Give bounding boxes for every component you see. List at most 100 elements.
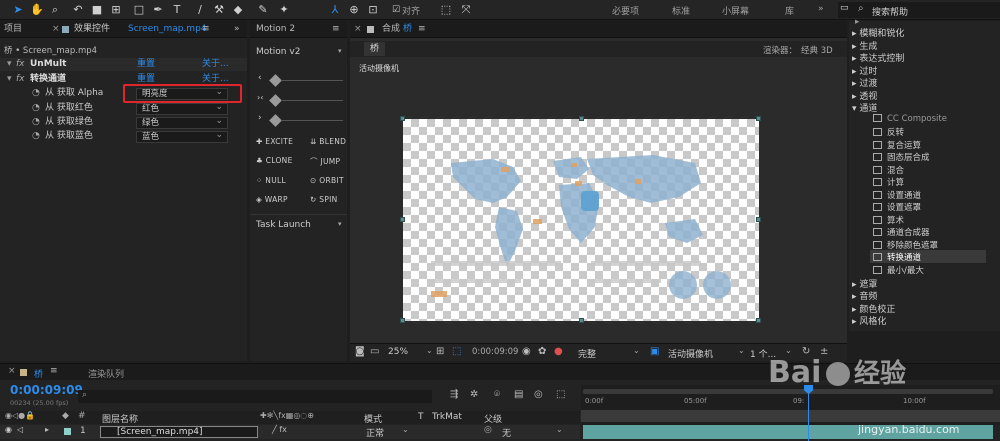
- workspace-standard[interactable]: 标准: [672, 4, 690, 17]
- close-icon[interactable]: ×: [52, 21, 60, 38]
- chevron-down-icon[interactable]: ⌄: [556, 425, 563, 434]
- ease-slider-knob[interactable]: [269, 114, 282, 127]
- effect-calculations[interactable]: 计算: [873, 176, 904, 188]
- col-trkmat[interactable]: TrkMat: [432, 412, 462, 422]
- close-icon[interactable]: ×: [8, 366, 16, 376]
- spin-button[interactable]: ↻ SPIN: [310, 195, 338, 204]
- layer-handle[interactable]: [756, 217, 761, 222]
- comp-tab-prefix[interactable]: 合成: [382, 21, 400, 38]
- comp-canvas[interactable]: [400, 116, 761, 323]
- fx-icon[interactable]: fx: [16, 73, 25, 86]
- null-button[interactable]: ⁘ NULL: [256, 176, 286, 185]
- puppet-pin-tool-icon[interactable]: ✦: [276, 3, 292, 17]
- channel-icon[interactable]: ●: [554, 346, 563, 357]
- workspace-menu-icon[interactable]: »: [818, 4, 824, 14]
- frame-blending-icon[interactable]: ▤: [514, 389, 523, 400]
- chevron-down-icon[interactable]: ⌄: [402, 425, 409, 434]
- roto-brush-tool-icon[interactable]: ✎: [255, 3, 271, 17]
- selection-tool-icon[interactable]: ➤: [10, 3, 26, 17]
- motion-tab[interactable]: Motion 2: [256, 21, 295, 38]
- stopwatch-icon[interactable]: ◔: [32, 87, 40, 100]
- tree-item-stylize[interactable]: ▸ 风格化: [852, 314, 886, 327]
- mask-visibility-icon[interactable]: ⬚: [452, 346, 461, 357]
- workspace-libraries[interactable]: 库: [785, 4, 794, 17]
- comp-subtab[interactable]: 桥: [364, 42, 386, 56]
- col-layer-name[interactable]: 图层名称: [102, 412, 138, 425]
- red-source-dropdown[interactable]: 红色: [136, 102, 228, 115]
- camera-tool-icon[interactable]: ■: [89, 3, 105, 17]
- resolution-select[interactable]: 完整: [578, 347, 596, 360]
- layer-handle[interactable]: [400, 217, 405, 222]
- eraser-tool-icon[interactable]: ◆: [230, 3, 246, 17]
- region-of-interest-icon[interactable]: ▣: [650, 346, 659, 357]
- panel-menu-icon[interactable]: ≡: [418, 21, 426, 38]
- help-search-box[interactable]: ▭ ⌕ 搜索帮助: [838, 2, 1000, 18]
- panel-menu-icon[interactable]: ≡: [332, 21, 340, 38]
- tree-item-channel[interactable]: ▾ 通道: [852, 101, 877, 114]
- panel-menu-icon[interactable]: ≡: [50, 366, 58, 376]
- blue-source-dropdown[interactable]: 蓝色: [136, 130, 228, 143]
- ease-slider-track[interactable]: [281, 80, 343, 81]
- jump-button[interactable]: ⌒ JUMP: [310, 156, 340, 167]
- expand-panels-icon[interactable]: »: [234, 21, 240, 38]
- collapse-arrow-icon[interactable]: ▾: [7, 58, 12, 71]
- layer-handle[interactable]: [756, 318, 761, 323]
- help-search-input[interactable]: 搜索帮助: [872, 5, 908, 18]
- zoom-select[interactable]: 25%: [388, 347, 408, 357]
- effect-set-channels[interactable]: 设置通道: [873, 189, 921, 201]
- shy-layers-icon[interactable]: ⌾: [494, 389, 500, 400]
- hand-tool-icon[interactable]: ✋: [29, 3, 45, 17]
- effect-set-matte[interactable]: 设置遮罩: [873, 201, 921, 213]
- task-launch-label[interactable]: Task Launch: [256, 220, 311, 230]
- excite-button[interactable]: ✚ EXCITE: [256, 137, 293, 146]
- draft-3d-icon[interactable]: ✲: [470, 389, 478, 400]
- safe-margins-icon[interactable]: ⊞: [436, 346, 444, 357]
- stopwatch-icon[interactable]: ◔: [32, 130, 40, 143]
- layer-parent-select[interactable]: 无: [502, 426, 511, 439]
- snap-icon[interactable]: ⬚: [438, 3, 454, 17]
- green-source-dropdown[interactable]: 绿色: [136, 116, 228, 129]
- pen-tool-icon[interactable]: ✒: [150, 3, 166, 17]
- clone-stamp-tool-icon[interactable]: ⚒: [211, 3, 227, 17]
- eye-icon[interactable]: ◉: [5, 425, 12, 434]
- layer-label-swatch[interactable]: [64, 428, 71, 435]
- collapse-arrow-icon[interactable]: ▾: [7, 73, 12, 86]
- workspace-small-screen[interactable]: 小屏幕: [722, 4, 749, 17]
- effect-controls-tab-label[interactable]: 效果控件: [74, 21, 110, 38]
- layer-handle[interactable]: [756, 116, 761, 121]
- brush-tool-icon[interactable]: ∕: [192, 3, 208, 17]
- effect-arithmetic[interactable]: 算术: [873, 214, 904, 226]
- ease-slider-knob[interactable]: [269, 74, 282, 87]
- rectangle-tool-icon[interactable]: □: [131, 3, 147, 17]
- ease-slider-track[interactable]: [281, 120, 343, 121]
- timeline-comp-tab[interactable]: 桥: [34, 367, 43, 380]
- stopwatch-icon[interactable]: ◔: [32, 116, 40, 129]
- layer-search-input[interactable]: ⌕: [78, 390, 432, 403]
- effect-cc-composite[interactable]: CC Composite: [873, 114, 947, 124]
- effect-invert[interactable]: 反转: [873, 126, 904, 138]
- renderer-value[interactable]: 经典 3D: [801, 44, 833, 56]
- zoom-tool-icon[interactable]: ⌕: [47, 3, 63, 17]
- chevron-down-icon[interactable]: ⌄: [633, 346, 640, 355]
- layer-handle[interactable]: [400, 116, 405, 121]
- graph-editor-icon[interactable]: ⬚: [556, 389, 565, 400]
- tree-item-transition[interactable]: ▸ 过渡: [852, 76, 877, 89]
- reset-button[interactable]: 重置: [137, 58, 155, 71]
- effect-row-unmult[interactable]: ▾ fx UnMult 重置 关于...: [0, 58, 247, 71]
- tree-item-blur[interactable]: ▸ 模糊和锐化: [852, 26, 904, 39]
- local-axis-icon[interactable]: ⅄: [327, 3, 343, 17]
- timeline-timecode[interactable]: 0:00:09:09: [10, 383, 83, 397]
- effect-compound-arithmetic[interactable]: 复合运算: [873, 139, 921, 151]
- effect-channel-combiner[interactable]: 通道合成器: [873, 226, 930, 238]
- layer-row[interactable]: ◉ ◁ ▸ 1 [Screen_map.mp4] ╱ fx 正常 ⌄ ◎ 无 ⌄: [0, 425, 580, 439]
- effect-solid-composite[interactable]: 固态层合成: [873, 151, 930, 163]
- layer-handle[interactable]: [579, 116, 584, 121]
- chevron-down-icon[interactable]: ⌄: [426, 346, 433, 355]
- close-icon[interactable]: ×: [354, 21, 362, 38]
- comp-flowchart-icon[interactable]: ⇶: [450, 389, 458, 400]
- clone-button[interactable]: ♣ CLONE: [256, 156, 293, 165]
- rotate-tool-icon[interactable]: ↶: [70, 3, 86, 17]
- view-axis-icon[interactable]: ⊡: [365, 3, 381, 17]
- comp-tab-name[interactable]: 桥: [403, 21, 412, 38]
- effect-channel-converter[interactable]: 转换通道: [873, 251, 921, 263]
